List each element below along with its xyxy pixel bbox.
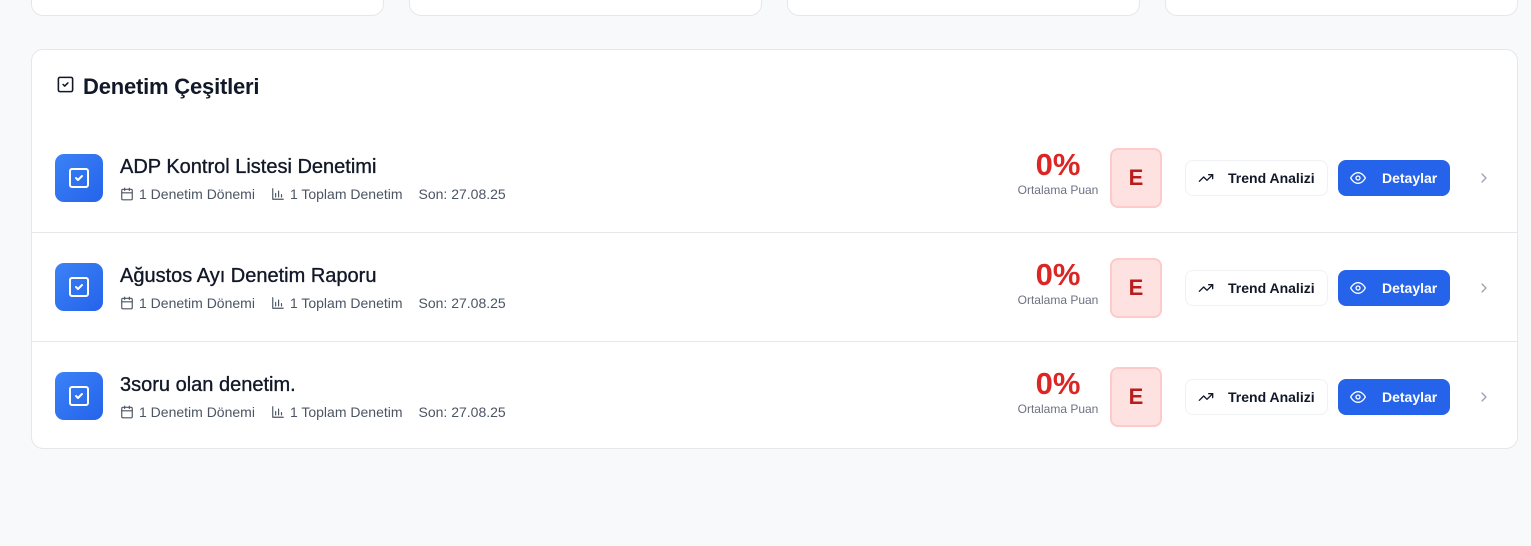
checkbox-icon [56, 75, 75, 99]
summary-card-3 [787, 0, 1140, 16]
trending-up-icon [1198, 174, 1214, 182]
calendar-icon [121, 187, 133, 200]
bar-chart-icon [272, 297, 284, 309]
summary-card-4 [1165, 0, 1518, 16]
grade-badge: E [1110, 258, 1162, 318]
chevron-right-icon[interactable] [1476, 280, 1492, 296]
score-label: Ortalama Puan [1017, 183, 1099, 197]
calendar-icon [121, 296, 133, 310]
trend-analysis-button[interactable]: Trend Analizi [1185, 160, 1328, 196]
audit-row[interactable]: ADP Kontrol Listesi Denetimi 1 Denetim D… [32, 123, 1517, 232]
average-score: 0% Ortalama Puan [998, 366, 1118, 417]
trending-up-icon [1198, 393, 1214, 401]
calendar-icon [121, 405, 133, 419]
score-value: 0% [1035, 366, 1081, 401]
panel-header: Denetim Çeşitleri [32, 50, 1517, 123]
total-count: 1 Toplam Denetim [271, 404, 403, 420]
average-score: 0% Ortalama Puan [998, 257, 1118, 308]
trending-up-icon [1198, 284, 1214, 292]
chevron-right-icon[interactable] [1476, 170, 1492, 186]
bar-chart-icon [272, 187, 284, 200]
details-button[interactable]: Detaylar [1338, 160, 1450, 196]
eye-icon [1350, 391, 1366, 403]
audit-title: Ağustos Ayı Denetim Raporu [120, 265, 377, 287]
eye-icon [1350, 282, 1366, 294]
grade-badge: E [1110, 148, 1162, 208]
score-label: Ortalama Puan [1017, 402, 1099, 416]
last-date: Son: 27.08.25 [418, 185, 506, 202]
period-count: 1 Denetim Dönemi [120, 186, 255, 202]
audit-title: 3soru olan denetim. [120, 374, 296, 396]
checkbox-icon [55, 263, 103, 311]
panel-title: Denetim Çeşitleri [83, 73, 260, 99]
total-count: 1 Toplam Denetim [271, 186, 403, 202]
checkbox-icon [55, 153, 103, 202]
grade-badge: E [1110, 367, 1162, 427]
last-date: Son: 27.08.25 [418, 404, 506, 420]
score-label: Ortalama Puan [1017, 293, 1099, 307]
audit-title: ADP Kontrol Listesi Denetimi [120, 155, 377, 178]
trend-analysis-button[interactable]: Trend Analizi [1185, 270, 1328, 306]
chevron-right-icon[interactable] [1476, 389, 1492, 405]
audit-types-panel: Denetim Çeşitleri ADP Kontrol Listesi De… [31, 49, 1518, 449]
trend-analysis-button[interactable]: Trend Analizi [1185, 379, 1328, 415]
average-score: 0% Ortalama Puan [998, 147, 1118, 198]
details-button[interactable]: Detaylar [1338, 379, 1450, 415]
audit-row[interactable]: Ağustos Ayı Denetim Raporu 1 Denetim Dön… [32, 232, 1517, 341]
period-count: 1 Denetim Dönemi [120, 295, 255, 311]
audit-row[interactable]: 3soru olan denetim. 1 Denetim Dönemi 1 T… [32, 341, 1517, 448]
total-count: 1 Toplam Denetim [271, 295, 403, 311]
period-count: 1 Denetim Dönemi [120, 404, 255, 420]
score-value: 0% [1035, 147, 1081, 182]
bar-chart-icon [272, 406, 284, 418]
checkbox-icon [55, 372, 103, 420]
last-date: Son: 27.08.25 [418, 295, 506, 311]
summary-card-2 [409, 0, 762, 16]
score-value: 0% [1035, 257, 1081, 292]
eye-icon [1350, 172, 1366, 184]
summary-card-1 [31, 0, 384, 16]
details-button[interactable]: Detaylar [1338, 270, 1450, 306]
